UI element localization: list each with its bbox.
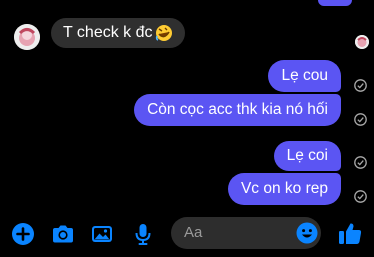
outgoing-message[interactable]: Còn cọc acc thk kia nó hối — [134, 94, 341, 126]
contact-avatar[interactable] — [14, 24, 40, 50]
previous-message-bubble — [318, 0, 352, 6]
sent-check-icon — [354, 156, 367, 169]
outgoing-message[interactable]: Lẹ cou — [268, 60, 341, 92]
outgoing-message-text: Lẹ cou — [281, 67, 328, 84]
camera-icon[interactable] — [51, 222, 75, 246]
outgoing-message-text: Lẹ coi — [286, 147, 328, 164]
outgoing-message[interactable]: Vc on ko rep — [227, 173, 341, 205]
image-icon[interactable] — [90, 222, 114, 246]
message-thread: T check k đc Lẹ cou Còn cọc acc thk kia … — [0, 0, 374, 215]
thumbs-up-icon[interactable] — [337, 220, 363, 246]
incoming-message[interactable]: T check k đc — [51, 18, 185, 48]
incoming-message-text: T check k đc — [63, 24, 153, 41]
outgoing-message[interactable]: Lẹ coi — [273, 141, 341, 171]
sent-check-icon — [354, 79, 367, 92]
outgoing-message-text: Còn cọc acc thk kia nó hối — [147, 101, 328, 118]
seen-receipt-avatar — [355, 35, 369, 49]
sent-check-icon — [354, 113, 367, 126]
message-input[interactable]: Aa — [171, 217, 321, 249]
plus-icon[interactable] — [11, 222, 35, 246]
sent-check-icon — [354, 190, 367, 203]
emoji-smile-icon[interactable] — [296, 222, 318, 244]
outgoing-message-text: Vc on ko rep — [240, 180, 328, 197]
message-input-placeholder: Aa — [184, 224, 203, 241]
microphone-icon[interactable] — [131, 222, 155, 246]
message-composer: Aa — [0, 215, 374, 257]
rofl-emoji-icon — [155, 25, 172, 41]
